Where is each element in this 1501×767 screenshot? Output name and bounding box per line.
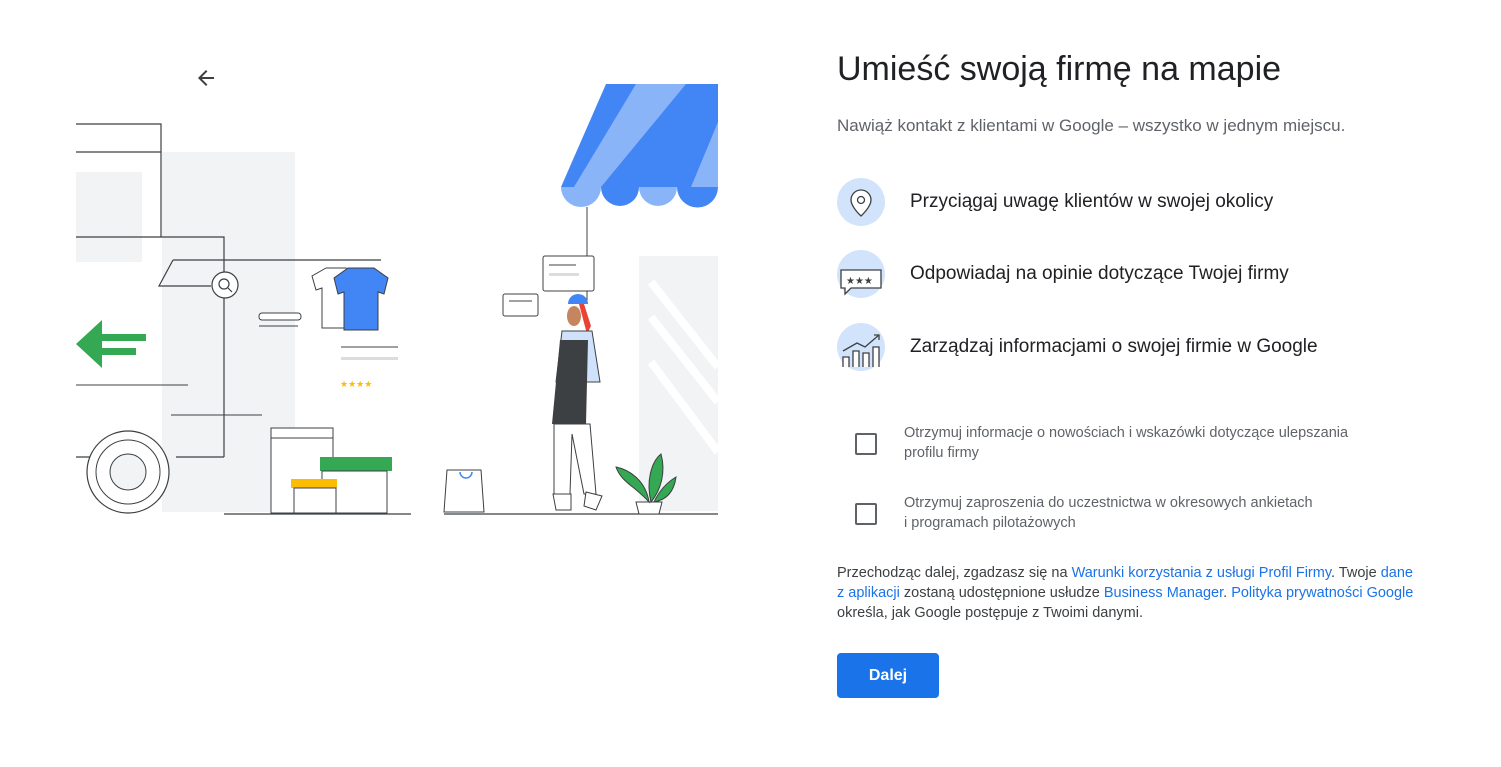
feature-manage-info: Zarządzaj informacjami o swojej firmie w…	[837, 323, 1318, 371]
feature-reviews: ★★★ Odpowiadaj na opinie dotyczące Twoje…	[837, 250, 1289, 298]
storefront-illustration: ★★★★	[76, 84, 718, 515]
surveys-option: Otrzymuj zaproszenia do uczestnictwa w o…	[855, 493, 1424, 533]
location-pin-icon	[837, 178, 885, 226]
newsletter-option: Otrzymuj informacje o nowościach i wskaz…	[855, 423, 1424, 463]
surveys-label[interactable]: Otrzymuj zaproszenia do uczestnictwa w o…	[904, 493, 1424, 533]
terms-link[interactable]: Warunki korzystania z usługi Profil Firm…	[1072, 565, 1331, 581]
page-subtitle: Nawiąż kontakt z klientami w Google – ws…	[837, 116, 1346, 135]
privacy-policy-link[interactable]: Polityka prywatności Google	[1231, 585, 1413, 601]
page-title: Umieść swoją firmę na mapie	[837, 50, 1282, 88]
legal-notice: Przechodząc dalej, zgadzasz się na Warun…	[837, 565, 1414, 621]
newsletter-label[interactable]: Otrzymuj informacje o nowościach i wskaz…	[904, 423, 1424, 463]
feature-attract-customers: Przyciągaj uwagę klientów w swojej okoli…	[837, 178, 1273, 226]
newsletter-checkbox[interactable]	[855, 433, 877, 455]
svg-text:★★★★: ★★★★	[340, 380, 372, 390]
svg-text:★★★: ★★★	[846, 276, 873, 287]
business-manager-link[interactable]: Business Manager	[1104, 585, 1223, 601]
surveys-checkbox[interactable]	[855, 503, 877, 525]
feature-label: Zarządzaj informacjami o swojej firmie w…	[910, 336, 1318, 357]
feature-label: Przyciągaj uwagę klientów w swojej okoli…	[910, 191, 1274, 212]
review-stars-icon: ★★★	[837, 250, 885, 298]
feature-label: Odpowiadaj na opinie dotyczące Twojej fi…	[910, 263, 1289, 284]
growth-chart-icon	[837, 323, 885, 371]
next-button[interactable]: Dalej	[837, 653, 939, 698]
